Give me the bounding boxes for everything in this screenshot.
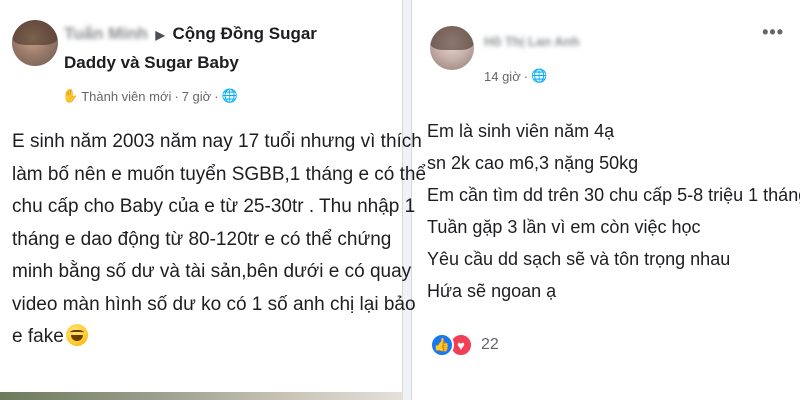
arrow-right-icon: ▶ <box>155 28 165 42</box>
author-avatar[interactable] <box>12 20 58 66</box>
post-line: sn 2k cao m6,3 nặng 50kg <box>427 153 639 173</box>
post-line: chu cấp cho Baby của e từ 25-30tr . Thu … <box>12 196 416 217</box>
reaction-count[interactable]: 22 <box>481 336 499 354</box>
meta-separator: · <box>174 88 179 104</box>
post-time[interactable]: 14 giờ <box>484 69 521 84</box>
hand-wave-icon: ✋ <box>62 88 79 103</box>
post-line: E sinh năm 2003 năm nay 17 tuổi nhưng vì… <box>12 131 422 152</box>
post-line-last: e fake <box>12 321 404 354</box>
post-body: E sinh năm 2003 năm nay 17 tuổi nhưng vì… <box>12 126 427 354</box>
globe-icon: 🌐 <box>531 68 548 83</box>
meta-separator: · <box>214 88 219 104</box>
meta-separator: · <box>523 68 529 84</box>
more-options-icon[interactable]: ••• <box>762 22 784 43</box>
post-header: Tuấn Minh ▶ Cộng Đồng Sugar Daddy và Sug… <box>64 20 364 76</box>
post-body: Em là sinh viên năm 4ạ sn 2k cao m6,3 nặ… <box>427 115 800 307</box>
post-line: Yêu cầu dd sạch sẽ và tôn trọng nhau <box>427 249 731 269</box>
next-post-preview <box>0 392 403 400</box>
post-line: Tuần gặp 3 lần vì em còn việc học <box>427 217 701 237</box>
post-line: Hứa sẽ ngoan ạ <box>427 281 557 301</box>
grinning-sweat-emoji-icon <box>65 324 88 346</box>
post-line: minh bằng số dư và tài sản,bên dưới e có… <box>12 261 412 282</box>
post-line: Em cần tìm dd trên 30 chu cấp 5-8 triệu … <box>427 185 800 205</box>
like-icon: 👍 <box>430 333 454 357</box>
author-avatar[interactable] <box>430 26 474 70</box>
post-meta: 14 giờ · 🌐 <box>484 68 547 84</box>
globe-icon: 🌐 <box>221 88 238 103</box>
post-line-text: e fake <box>12 326 64 347</box>
post-meta: ✋ Thành viên mới · 7 giờ · 🌐 <box>62 88 238 104</box>
post-line: video màn hình số dư ko có 1 số anh chị … <box>12 293 416 315</box>
author-name[interactable]: Tuấn Minh <box>64 24 148 43</box>
post-line: làm bố nên e muốn tuyển SGBB,1 tháng e c… <box>12 163 427 185</box>
post-time[interactable]: 7 giờ <box>182 89 212 104</box>
post-line: tháng e dao động từ 80-120tr e có thể ch… <box>12 228 392 250</box>
member-badge[interactable]: Thành viên mới <box>81 89 171 104</box>
reactions-summary[interactable]: 👍 ♥ 22 <box>430 333 499 357</box>
author-name[interactable]: Hồ Thị Lan Anh <box>484 34 580 49</box>
post-line: Em là sinh viên năm 4ạ <box>427 121 615 141</box>
